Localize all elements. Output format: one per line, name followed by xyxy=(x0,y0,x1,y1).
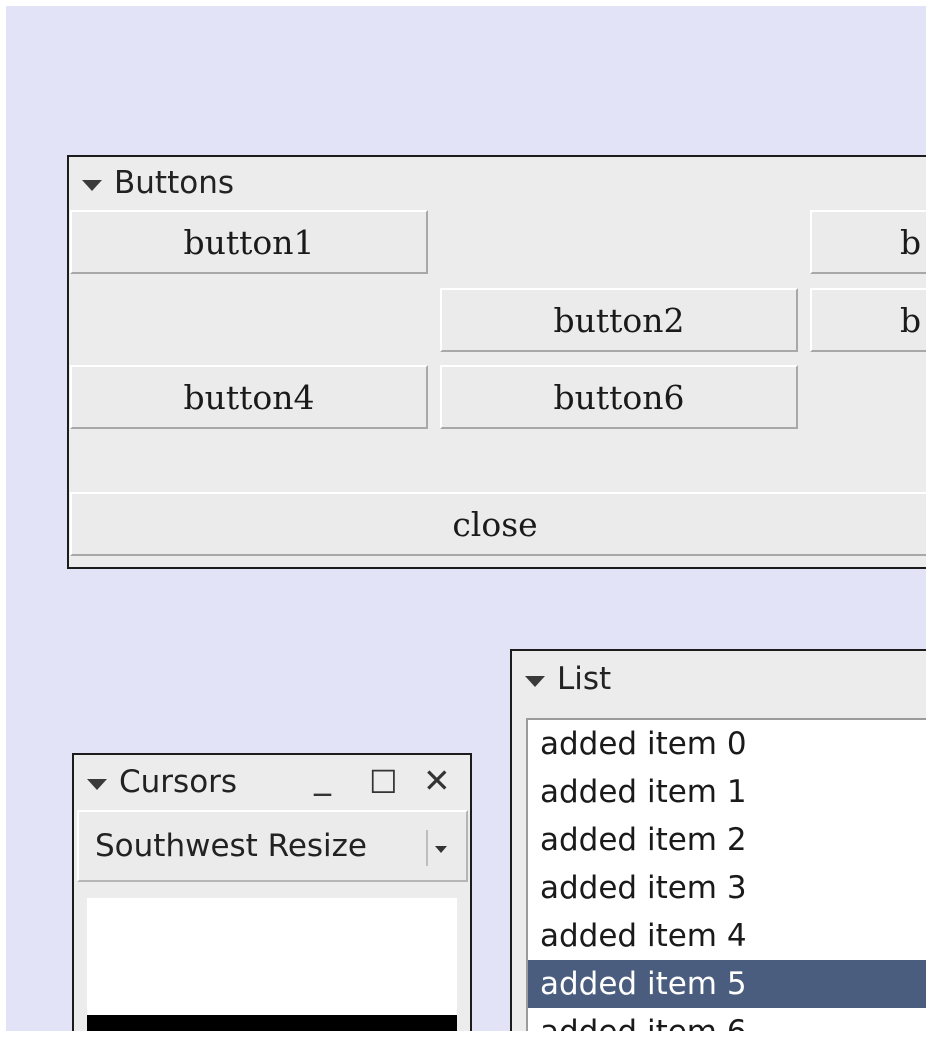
combo-separator xyxy=(426,830,428,866)
list-item-selected[interactable]: added item 5 xyxy=(528,960,926,1008)
list-window-titlebar[interactable]: List xyxy=(512,651,926,707)
cursor-type-select[interactable]: Southwest Resize xyxy=(77,810,468,882)
button4[interactable]: button4 xyxy=(70,365,428,429)
collapse-triangle-icon[interactable] xyxy=(82,179,102,191)
minimize-icon[interactable]: _ xyxy=(314,757,331,797)
cursors-window-title: Cursors xyxy=(119,764,238,800)
buttons-window: Buttons button1 b button2 b button4 butt… xyxy=(67,155,926,569)
list-item[interactable]: added item 3 xyxy=(528,864,926,912)
list-item[interactable]: added item 4 xyxy=(528,912,926,960)
buttons-window-titlebar[interactable]: Buttons xyxy=(69,157,926,209)
cursor-preview-area[interactable] xyxy=(87,898,457,1031)
cursor-type-value: Southwest Resize xyxy=(95,828,368,864)
button3[interactable]: b xyxy=(810,210,926,274)
collapse-triangle-icon[interactable] xyxy=(87,778,107,790)
list-window-title: List xyxy=(557,661,612,697)
list-item[interactable]: added item 2 xyxy=(528,816,926,864)
maximize-icon[interactable]: ☐ xyxy=(369,763,398,801)
list-item[interactable]: added item 0 xyxy=(528,720,926,768)
button6[interactable]: button6 xyxy=(440,365,798,429)
item-listbox[interactable]: added item 0 added item 1 added item 2 a… xyxy=(526,718,926,1031)
list-window: List added item 0 added item 1 added ite… xyxy=(510,649,926,1031)
cursors-window-titlebar[interactable]: Cursors xyxy=(74,755,470,809)
button1[interactable]: button1 xyxy=(70,210,428,274)
button2[interactable]: button2 xyxy=(440,288,798,352)
close-icon[interactable]: ✕ xyxy=(423,761,451,800)
dropdown-arrow-icon[interactable] xyxy=(435,846,447,853)
list-item[interactable]: added item 1 xyxy=(528,768,926,816)
desktop: Buttons button1 b button2 b button4 butt… xyxy=(6,6,926,1031)
close-button[interactable]: close xyxy=(70,492,926,556)
list-item[interactable]: added item 6 xyxy=(528,1008,926,1031)
cursors-window: Cursors _ ☐ ✕ Southwest Resize xyxy=(72,753,472,1031)
preview-black-bar xyxy=(87,1015,457,1031)
collapse-triangle-icon[interactable] xyxy=(525,675,545,687)
buttons-window-title: Buttons xyxy=(114,165,234,201)
button5[interactable]: b xyxy=(810,288,926,352)
